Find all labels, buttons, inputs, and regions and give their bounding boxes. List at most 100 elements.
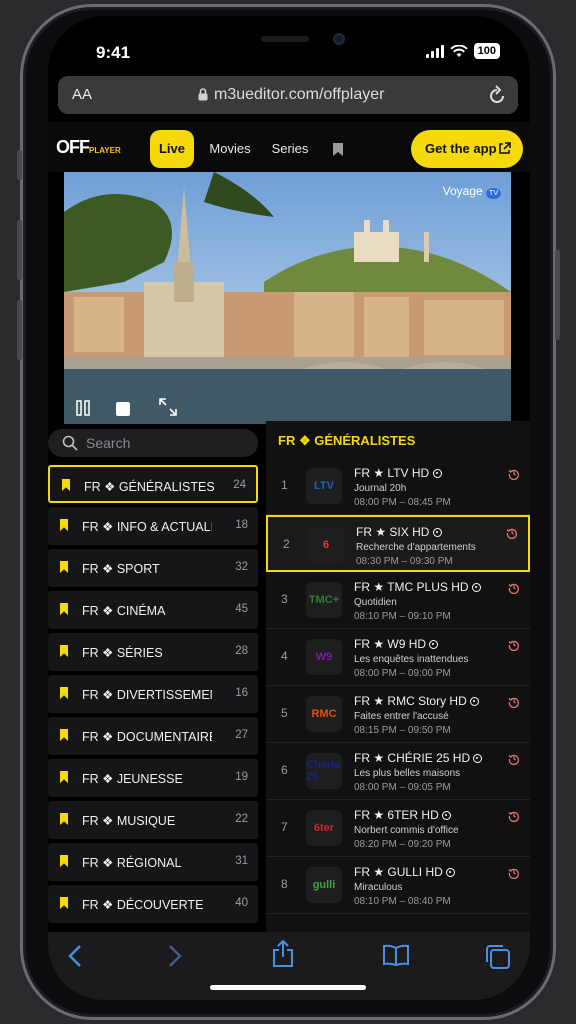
category-item-decouverte[interactable]: FR ❖ DÉCOUVERTE 40 bbox=[48, 885, 258, 923]
category-item-series[interactable]: FR ❖ SÉRIES 28 bbox=[48, 633, 258, 671]
category-count: 19 bbox=[235, 771, 248, 783]
history-icon[interactable] bbox=[508, 696, 520, 708]
notch bbox=[169, 16, 409, 62]
channel-logo: 6 bbox=[308, 527, 344, 563]
tab-live[interactable]: Live bbox=[150, 130, 194, 168]
program-title: Journal 20h bbox=[354, 483, 407, 494]
category-count: 32 bbox=[235, 561, 248, 573]
category-item-sport[interactable]: FR ❖ SPORT 32 bbox=[48, 549, 258, 587]
tab-series[interactable]: Series bbox=[268, 130, 312, 168]
program-title: Recherche d'appartements bbox=[356, 542, 476, 553]
program-time: 08:15 PM – 09:50 PM bbox=[354, 725, 451, 736]
lyon-cityscape-image bbox=[64, 172, 511, 424]
program-time: 08:00 PM – 09:00 PM bbox=[354, 668, 451, 679]
home-indicator bbox=[210, 985, 366, 990]
category-count: 28 bbox=[235, 645, 248, 657]
channel-number: 3 bbox=[281, 592, 288, 606]
history-icon[interactable] bbox=[508, 582, 520, 594]
fullscreen-icon[interactable] bbox=[159, 398, 177, 416]
safari-toolbar bbox=[48, 932, 530, 1000]
live-dot-icon bbox=[471, 583, 481, 592]
channel-number: 6 bbox=[281, 763, 288, 777]
channel-number: 2 bbox=[283, 537, 290, 551]
channel-list-panel: FR ❖ GÉNÉRALISTES 1 LTV FR ★ LTV HD Journa… bbox=[266, 421, 530, 941]
channel-logo: RMC bbox=[306, 696, 342, 732]
channel-list: 1 LTV FR ★ LTV HD Journal 20h 08:00 PM – 08… bbox=[266, 458, 530, 914]
bookmark-icon bbox=[60, 855, 68, 867]
share-icon[interactable] bbox=[272, 940, 294, 968]
category-count: 27 bbox=[235, 729, 248, 741]
mute-switch bbox=[17, 150, 22, 180]
bookmark-icon bbox=[60, 897, 68, 909]
category-count: 40 bbox=[235, 897, 248, 909]
history-icon[interactable] bbox=[508, 810, 520, 822]
get-app-button[interactable]: Get the app bbox=[411, 130, 523, 168]
channel-name: FR ★ W9 HD bbox=[354, 637, 439, 651]
channel-logo: gulli bbox=[306, 867, 342, 903]
channel-number: 1 bbox=[281, 478, 288, 492]
speaker-grille bbox=[261, 36, 309, 42]
wifi-icon bbox=[449, 44, 468, 57]
category-label: FR ❖ GÉNÉRALISTES bbox=[84, 480, 214, 494]
channel-row[interactable]: 1 LTV FR ★ LTV HD Journal 20h 08:00 PM – 08… bbox=[266, 458, 530, 515]
live-dot-icon bbox=[442, 811, 452, 820]
channel-row[interactable]: 4 W9 FR ★ W9 HD Les enquêtes inattendues 08… bbox=[266, 629, 530, 686]
category-item-divertissement[interactable]: FR ❖ DIVERTISSEMENT 16 bbox=[48, 675, 258, 713]
bookmark-icon[interactable] bbox=[332, 142, 344, 157]
url-text[interactable]: m3ueditor.com/offplayer bbox=[214, 86, 384, 104]
history-icon[interactable] bbox=[508, 867, 520, 879]
category-item-cinema[interactable]: FR ❖ CINÉMA 45 bbox=[48, 591, 258, 629]
channel-row[interactable]: 7 6ter FR ★ 6TER HD Norbert commis d'offic… bbox=[266, 800, 530, 857]
program-title: Les enquêtes inattendues bbox=[354, 654, 469, 665]
program-title: Norbert commis d'office bbox=[354, 825, 459, 836]
search-icon bbox=[62, 435, 78, 451]
channel-row[interactable]: 8 gulli FR ★ GULLI HD Miraculous 08:10 PM –… bbox=[266, 857, 530, 914]
channel-logo: LTV bbox=[306, 468, 342, 504]
history-icon[interactable] bbox=[508, 753, 520, 765]
category-item-documentaires[interactable]: FR ❖ DOCUMENTAIRES 27 bbox=[48, 717, 258, 755]
bookmarks-icon[interactable] bbox=[382, 944, 410, 966]
pause-icon[interactable] bbox=[76, 400, 90, 416]
tab-movies[interactable]: Movies bbox=[206, 130, 254, 168]
bookmark-icon bbox=[60, 561, 68, 573]
category-label: FR ❖ INFO & ACTUALITÉS bbox=[82, 520, 212, 534]
back-icon[interactable] bbox=[68, 944, 82, 968]
status-time: 9:41 bbox=[96, 43, 131, 62]
url-bar[interactable]: AA m3ueditor.com/offplayer bbox=[58, 76, 518, 114]
category-count: 22 bbox=[235, 813, 248, 825]
channel-logo: W9 bbox=[306, 639, 342, 675]
stop-icon[interactable] bbox=[116, 402, 130, 416]
channel-row[interactable]: 2 6 FR ★ SIX HD Recherche d'appartements 08… bbox=[266, 515, 530, 572]
channel-number: 8 bbox=[281, 877, 288, 891]
history-icon[interactable] bbox=[506, 527, 518, 539]
category-item-info[interactable]: FR ❖ INFO & ACTUALITÉS 18 bbox=[48, 507, 258, 545]
channel-row[interactable]: 5 RMC FR ★ RMC Story HD Faites entrer l'ac… bbox=[266, 686, 530, 743]
bookmark-icon bbox=[60, 519, 68, 531]
live-dot-icon bbox=[429, 640, 439, 649]
forward-icon[interactable] bbox=[168, 944, 182, 968]
battery-icon: 100 bbox=[473, 43, 500, 59]
reload-icon[interactable] bbox=[488, 85, 506, 105]
channel-list-heading: FR ❖ GÉNÉRALISTES bbox=[278, 433, 416, 448]
lock-icon bbox=[198, 88, 208, 101]
channel-number: 7 bbox=[281, 820, 288, 834]
video-player[interactable]: Voyage TV bbox=[64, 172, 511, 424]
off-player-logo: OFFPLAYER bbox=[56, 137, 121, 157]
channel-row[interactable]: 6 Chérie 25 FR ★ CHÉRIE 25 HD Les plus bel… bbox=[266, 743, 530, 800]
tabs-icon[interactable] bbox=[485, 944, 511, 970]
search-input[interactable]: Search bbox=[48, 429, 258, 457]
history-icon[interactable] bbox=[508, 639, 520, 651]
category-count: 16 bbox=[235, 687, 248, 699]
category-count: 24 bbox=[233, 479, 246, 491]
category-item-regional[interactable]: FR ❖ RÉGIONAL 31 bbox=[48, 843, 258, 881]
app-nav: OFFPLAYER Live Movies Series Get the app bbox=[48, 122, 530, 172]
channel-row[interactable]: 3 TMC+ FR ★ TMC PLUS HD Quotidien 08:10 PM … bbox=[266, 572, 530, 629]
history-icon[interactable] bbox=[508, 468, 520, 480]
channel-name: FR ★ 6TER HD bbox=[354, 808, 452, 822]
text-size-button[interactable]: AA bbox=[72, 86, 92, 103]
category-item-musique[interactable]: FR ❖ MUSIQUE 22 bbox=[48, 801, 258, 839]
category-item-generalistes[interactable]: FR ❖ GÉNÉRALISTES 24 bbox=[48, 465, 258, 503]
bookmark-icon bbox=[60, 729, 68, 741]
category-label: FR ❖ SPORT bbox=[82, 562, 160, 576]
category-item-jeunesse[interactable]: FR ❖ JEUNESSE 19 bbox=[48, 759, 258, 797]
